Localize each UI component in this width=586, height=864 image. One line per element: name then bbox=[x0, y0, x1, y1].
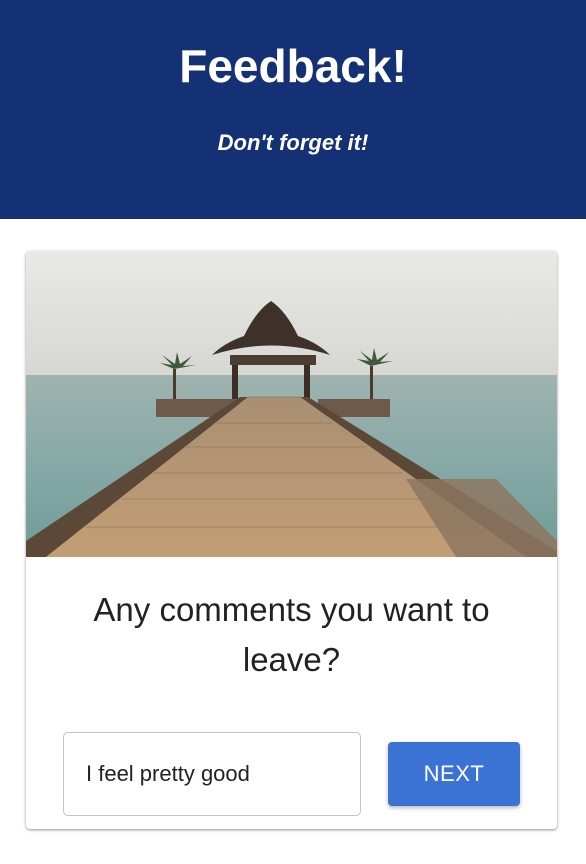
feedback-card: Any comments you want to leave? NEXT bbox=[26, 251, 557, 829]
header-banner: Feedback! Don't forget it! bbox=[0, 0, 586, 219]
page-title: Feedback! bbox=[179, 40, 407, 92]
page-subtitle: Don't forget it! bbox=[217, 130, 369, 155]
next-button[interactable]: NEXT bbox=[388, 742, 520, 806]
pier-photo bbox=[26, 251, 557, 557]
comment-question: Any comments you want to leave? bbox=[93, 591, 490, 678]
comment-input[interactable] bbox=[63, 732, 361, 816]
